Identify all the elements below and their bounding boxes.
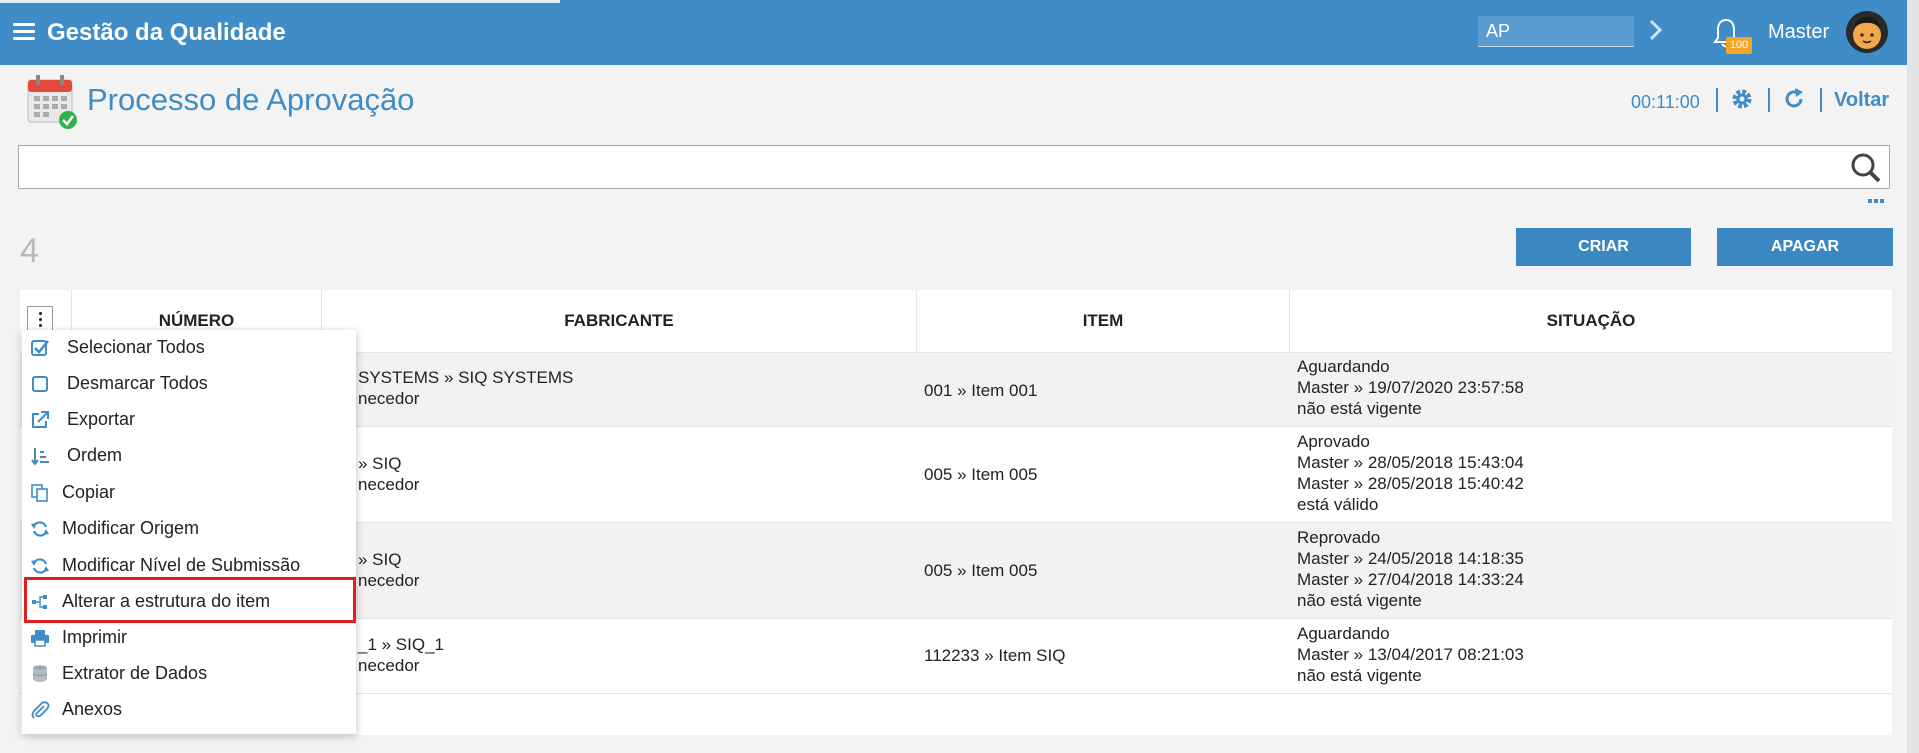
paperclip-icon xyxy=(31,701,50,719)
item-cell: 005 » Item 005 xyxy=(924,465,1038,484)
checked-box-icon xyxy=(31,340,49,356)
menu-item-order[interactable]: Ordem xyxy=(22,438,356,474)
menu-item-label: Extrator de Dados xyxy=(62,663,208,683)
copy-icon xyxy=(31,484,48,502)
create-button[interactable]: CRIAR xyxy=(1516,228,1691,266)
calendar-approval-icon xyxy=(27,75,77,129)
situacao-line: Master » 27/04/2018 14:33:24 xyxy=(1297,570,1524,589)
empty-box-icon xyxy=(32,376,48,392)
menu-item-print[interactable]: Imprimir xyxy=(22,620,356,656)
records-search-input[interactable] xyxy=(18,145,1890,189)
column-header-item[interactable]: ITEM xyxy=(917,290,1290,352)
vertical-scrollbar[interactable] xyxy=(1907,0,1919,753)
situacao-line: Master » 28/05/2018 15:43:04 xyxy=(1297,453,1524,472)
more-options-icon[interactable] xyxy=(1868,198,1884,204)
fabricante-line: _1 » SIQ_1 xyxy=(358,635,445,654)
situacao-line: Aguardando xyxy=(1297,357,1390,376)
external-link-icon xyxy=(32,411,49,428)
menu-item-label: Modificar Nível de Submissão xyxy=(62,555,301,575)
menu-item-label: Ordem xyxy=(67,445,123,465)
menu-item-label: Exportar xyxy=(67,409,136,429)
menu-item-modify-origin[interactable]: Modificar Origem xyxy=(22,511,356,547)
situacao-line: não está vigente xyxy=(1297,666,1422,685)
column-header-situacao[interactable]: SITUAÇÃO xyxy=(1290,290,1892,352)
delete-button[interactable]: APAGAR xyxy=(1717,228,1893,266)
situacao-line: Aprovado xyxy=(1297,432,1370,451)
notification-badge: 100 xyxy=(1726,37,1752,54)
fabricante-line: » SIQ xyxy=(358,550,402,569)
chevron-right-icon[interactable] xyxy=(1648,16,1664,44)
database-icon xyxy=(32,665,48,682)
back-link[interactable]: Voltar xyxy=(1834,89,1889,112)
situacao-line: Master » 28/05/2018 15:40:42 xyxy=(1297,474,1524,493)
item-cell: 112233 » Item SIQ xyxy=(924,646,1066,665)
column-header-fabricante[interactable]: FABRICANTE xyxy=(322,290,917,352)
menu-item-label: Imprimir xyxy=(62,627,127,647)
item-cell: 005 » Item 005 xyxy=(924,561,1038,580)
search-icon[interactable] xyxy=(1850,152,1882,184)
situacao-line: não está vigente xyxy=(1297,399,1422,418)
gear-icon[interactable] xyxy=(1730,87,1754,111)
page-title: Processo de Aprovação xyxy=(87,82,415,117)
situacao-line: não está vigente xyxy=(1297,591,1422,610)
column-context-menu: Selecionar Todos Desmarcar Todos Exporta… xyxy=(22,330,356,734)
printer-icon xyxy=(31,630,49,647)
user-name[interactable]: Master xyxy=(1768,21,1829,44)
menu-item-label: Selecionar Todos xyxy=(67,337,205,357)
menu-item-attachments[interactable]: Anexos xyxy=(22,692,356,728)
app-title: Gestão da Qualidade xyxy=(47,19,286,46)
fabricante-line: » SIQ xyxy=(358,454,402,473)
menu-item-data-extractor[interactable]: Extrator de Dados xyxy=(22,656,356,692)
fabricante-line: necedor xyxy=(358,571,420,590)
user-avatar-icon[interactable] xyxy=(1845,10,1889,54)
situacao-line: Master » 19/07/2020 23:57:58 xyxy=(1297,378,1524,397)
sort-icon xyxy=(31,448,49,466)
menu-item-label: Copiar xyxy=(62,482,116,502)
hamburger-menu-icon[interactable] xyxy=(13,23,35,41)
situacao-line: Reprovado xyxy=(1297,528,1381,547)
menu-item-export[interactable]: Exportar xyxy=(22,402,356,438)
fabricante-line: necedor xyxy=(358,656,420,675)
menu-item-select-all[interactable]: Selecionar Todos xyxy=(22,330,356,366)
kebab-menu-icon[interactable] xyxy=(27,306,53,332)
separator xyxy=(1768,88,1770,112)
top-accent-line xyxy=(0,0,560,3)
refresh-icon[interactable] xyxy=(1782,87,1806,111)
situacao-line: está válido xyxy=(1297,495,1379,514)
menu-item-deselect-all[interactable]: Desmarcar Todos xyxy=(22,366,356,402)
separator xyxy=(1716,88,1718,112)
separator xyxy=(1820,88,1822,112)
situacao-line: Master » 24/05/2018 14:18:35 xyxy=(1297,549,1524,568)
menu-item-label: Anexos xyxy=(62,699,123,719)
fabricante-line: necedor xyxy=(358,389,420,408)
menu-item-copy[interactable]: Copiar xyxy=(22,475,356,511)
menu-item-label: Desmarcar Todos xyxy=(67,373,208,393)
session-timer: 00:11:00 xyxy=(1631,92,1700,112)
menu-item-label: Modificar Origem xyxy=(62,518,200,538)
sync-icon xyxy=(31,521,49,537)
situacao-line: Master » 13/04/2017 08:21:03 xyxy=(1297,645,1524,664)
highlight-annotation xyxy=(24,577,356,623)
situacao-line: Aguardando xyxy=(1297,624,1390,643)
module-search-input[interactable] xyxy=(1478,16,1634,47)
fabricante-line: SYSTEMS » SIQ SYSTEMS xyxy=(358,368,574,387)
fabricante-line: necedor xyxy=(358,475,420,494)
record-count: 4 xyxy=(20,232,39,270)
item-cell: 001 » Item 001 xyxy=(924,381,1038,400)
sync-icon xyxy=(31,558,49,574)
